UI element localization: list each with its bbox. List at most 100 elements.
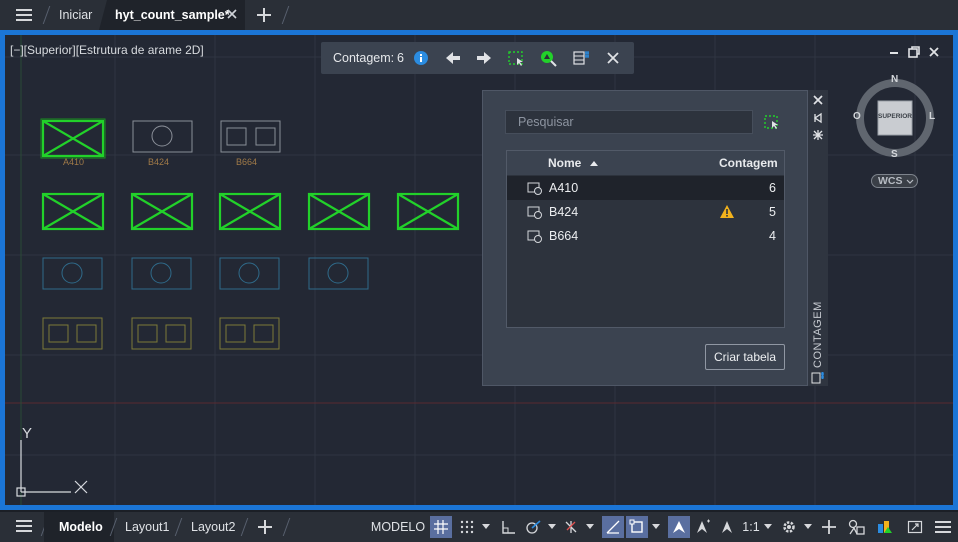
chevron-down-icon <box>586 524 594 529</box>
table-row[interactable]: B424 5 <box>507 200 784 224</box>
new-layout-button[interactable] <box>256 518 274 541</box>
tab-model-label: Modelo <box>59 520 103 534</box>
close-icon <box>813 95 823 105</box>
minimize-icon <box>890 52 898 54</box>
block-row-a410-highlighted <box>41 192 460 231</box>
close-count-button[interactable] <box>602 47 624 69</box>
viewport-minimize-button[interactable] <box>887 45 901 64</box>
zoom-to-object-button[interactable] <box>537 47 559 69</box>
row-count: 4 <box>769 229 776 243</box>
app-menu-button[interactable] <box>16 9 32 21</box>
status-bar: Modelo Layout1 Layout2 MODELO 1:1 <box>0 512 958 542</box>
row-count: 5 <box>769 205 776 219</box>
chevron-down-icon <box>652 524 660 529</box>
workspace-settings-button[interactable] <box>778 516 800 538</box>
block-b664 <box>220 120 281 153</box>
ortho-icon <box>502 521 515 534</box>
polar-dropdown[interactable] <box>546 516 558 538</box>
ucs-menu-button[interactable]: WCS <box>871 174 918 188</box>
next-button[interactable] <box>473 47 495 69</box>
polar-toggle[interactable] <box>522 516 544 538</box>
object-snap-icon <box>629 519 643 533</box>
layout-menu-button[interactable] <box>16 520 32 532</box>
workspace-dropdown[interactable] <box>802 516 814 538</box>
compass-north[interactable]: N <box>891 74 898 85</box>
clean-screen-button[interactable] <box>904 516 926 538</box>
auto-scale-toggle[interactable] <box>692 516 714 538</box>
table-count-icon <box>811 372 824 384</box>
tab-model[interactable]: Modelo <box>44 512 114 542</box>
graphics-performance-icon <box>878 521 892 533</box>
viewport-restore-button[interactable] <box>907 45 921 64</box>
viewport-close-button[interactable] <box>927 45 941 64</box>
row-name: B424 <box>549 205 579 219</box>
gear-icon <box>783 521 795 533</box>
count-toolbar: Contagem: 6 <box>321 42 634 74</box>
annotation-visibility-toggle[interactable] <box>668 516 690 538</box>
zoom-object-icon <box>541 51 557 67</box>
table-row[interactable]: B664 4 <box>507 224 784 248</box>
viewport-controls-label[interactable]: [−][Superior][Estrutura de arame 2D] <box>10 43 204 57</box>
tab-drawing-file-label: hyt_count_sample* <box>115 8 230 22</box>
chevron-down-icon <box>548 524 556 529</box>
search-input[interactable]: Pesquisar <box>505 110 753 134</box>
tab-divider <box>281 6 290 24</box>
viewcube-face-label[interactable]: SUPERIOR <box>878 113 912 120</box>
compass-south[interactable]: S <box>891 149 898 160</box>
annotation-scale-icon <box>673 521 685 533</box>
table-row[interactable]: A410 6 <box>507 176 784 200</box>
close-tab-button[interactable] <box>225 7 239 26</box>
column-header-count[interactable]: Contagem <box>719 156 778 170</box>
annotation-scale-button[interactable] <box>716 516 738 538</box>
isodraft-dropdown[interactable] <box>584 516 596 538</box>
snap-dots-icon <box>460 520 474 534</box>
snap-toggle[interactable] <box>456 516 478 538</box>
tab-layout1[interactable]: Layout1 <box>125 520 169 534</box>
palette-title-bar[interactable]: CONTAGEM <box>808 90 828 386</box>
chevron-down-icon <box>763 524 772 529</box>
properties-button[interactable] <box>811 128 825 147</box>
grid-toggle[interactable] <box>430 516 452 538</box>
new-tab-button[interactable] <box>255 6 273 29</box>
isodraft-toggle[interactable] <box>560 516 582 538</box>
object-snap-tracking-toggle[interactable] <box>602 516 624 538</box>
count-info-button[interactable] <box>410 47 432 69</box>
drawing-label-b424: B424 <box>148 157 169 167</box>
annotation-icon <box>722 521 732 533</box>
annotation-scale-label: 1:1 <box>742 520 760 534</box>
close-palette-button[interactable] <box>811 93 825 112</box>
column-header-name[interactable]: Nome <box>548 156 599 170</box>
isolate-objects-button[interactable] <box>846 516 868 538</box>
graphics-performance-button[interactable] <box>874 516 896 538</box>
model-space-button[interactable]: MODELO <box>370 516 426 538</box>
viewcube[interactable]: N S O L SUPERIOR <box>850 74 940 164</box>
compass-east[interactable]: L <box>929 111 935 122</box>
previous-button[interactable] <box>442 47 464 69</box>
isodraft-icon <box>565 521 577 533</box>
drawing-label-a410: A410 <box>63 157 84 167</box>
tab-drawing-file[interactable]: hyt_count_sample* <box>99 0 245 30</box>
select-objects-button[interactable] <box>763 113 781 136</box>
block-icon <box>527 182 542 195</box>
info-icon <box>414 51 428 65</box>
create-table-button[interactable]: Criar tabela <box>705 344 785 370</box>
compass-west[interactable]: O <box>853 111 861 122</box>
close-icon <box>227 9 237 19</box>
tab-home[interactable]: Iniciar <box>59 8 92 22</box>
object-snap-dropdown[interactable] <box>650 516 662 538</box>
block-a410-highlighted <box>40 118 106 159</box>
block-b424 <box>132 120 193 153</box>
hamburger-menu-icon <box>16 520 32 532</box>
row-name: A410 <box>549 181 579 195</box>
insert-table-button[interactable] <box>570 47 592 69</box>
tab-layout2[interactable]: Layout2 <box>191 520 235 534</box>
settings-icon <box>813 130 823 140</box>
isolate-objects-icon <box>848 519 865 535</box>
ortho-toggle[interactable] <box>498 516 520 538</box>
select-area-button[interactable] <box>505 47 527 69</box>
snap-dropdown[interactable] <box>480 516 492 538</box>
annotation-scale-dropdown[interactable]: 1:1 <box>740 516 774 538</box>
annotation-monitor-button[interactable] <box>818 516 840 538</box>
object-snap-toggle[interactable] <box>626 516 648 538</box>
customization-menu-button[interactable] <box>932 516 954 538</box>
